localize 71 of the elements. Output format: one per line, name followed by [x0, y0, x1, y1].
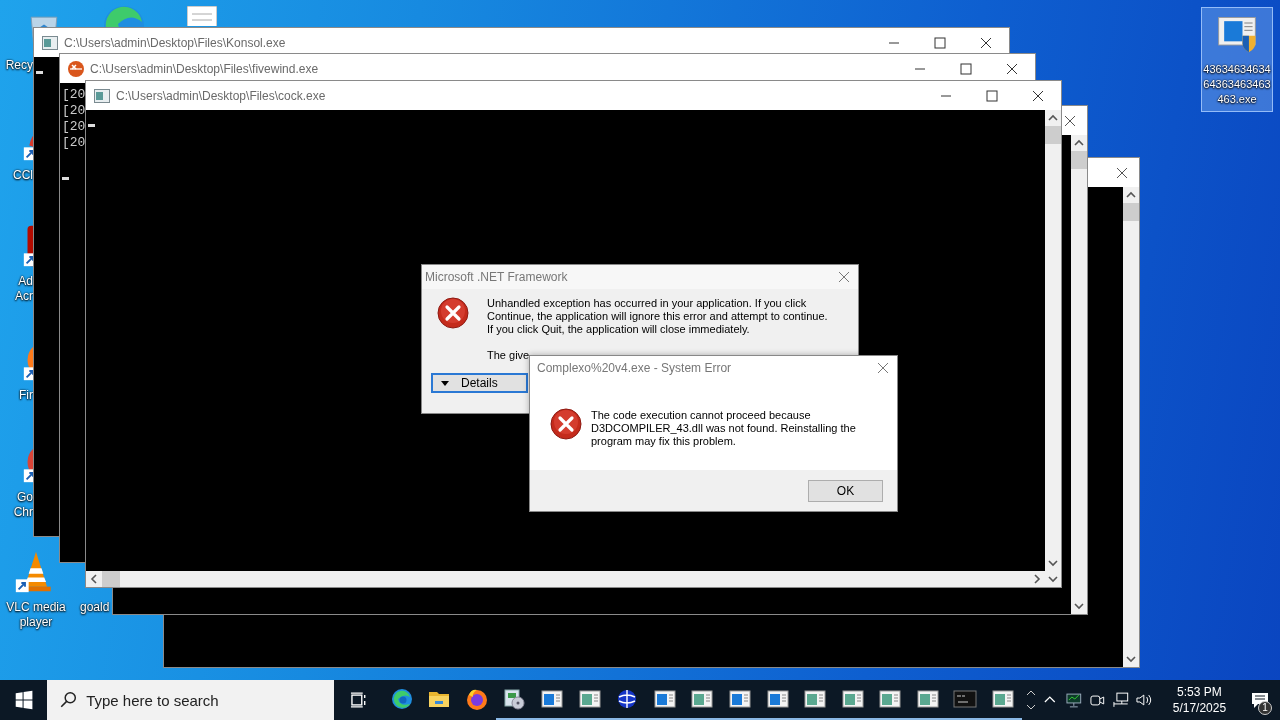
app-window-icon: [840, 687, 865, 711]
app-logo-icon: [68, 60, 84, 77]
desktop-icon-label: 43634634634: [1203, 62, 1271, 77]
desktop-icon-label: Recy: [5, 58, 33, 73]
console-window-icon: [94, 87, 110, 104]
caret-icon: [441, 380, 449, 386]
console-line: [20: [62, 103, 86, 119]
console-icon: [953, 687, 978, 711]
error-icon: [437, 297, 469, 329]
window-title: C:\Users\admin\Desktop\Files\Konsol.exe: [64, 35, 286, 50]
desktop-icon-label: 463.exe: [1217, 92, 1257, 107]
app-window-icon: [878, 687, 903, 711]
edge-icon: [389, 687, 414, 711]
scrollbar-thumb[interactable]: [1123, 203, 1139, 221]
close-button[interactable]: [877, 362, 889, 374]
window-title: C:\Users\admin\Desktop\Files\cock.exe: [116, 88, 326, 103]
desktop-icon-label: goald: [80, 600, 110, 615]
desktop-icon-label: VLC media: [6, 600, 66, 615]
text-cursor: [88, 124, 95, 127]
desktop-icon-label: Fir: [19, 388, 33, 403]
console-line: [20: [62, 119, 86, 135]
installer-icon: [502, 687, 527, 711]
vertical-scrollbar[interactable]: [1045, 110, 1061, 571]
desktop-icon-label: Chr: [13, 505, 33, 520]
console-line: [20: [62, 87, 86, 103]
app-window-icon: [539, 687, 564, 711]
dialog-title: Complexo%20v4.exe - System Error: [537, 361, 732, 375]
details-button[interactable]: Details: [431, 373, 528, 393]
scrollbar-thumb[interactable]: [1071, 151, 1087, 169]
app-window-icon: [690, 687, 715, 711]
console-line: [20: [62, 135, 86, 151]
scrollbar-thumb[interactable]: [1045, 126, 1061, 144]
desktop-icon-label: player: [19, 615, 53, 630]
text-cursor: [62, 177, 69, 180]
desktop-icon-label: 64363463463: [1203, 77, 1271, 92]
error-message: The code execution cannot proceed because D3DCOMPILER_43.dll was not found. Reinstalling the program may fix this problem.: [591, 409, 857, 448]
error-icon: [550, 408, 582, 440]
window-title: C:\Users\admin\Desktop\Files\fivewind.exe: [90, 61, 319, 76]
error-message: Unhandled exception has occurred in your application. If you click Continue, the application will ignore this error and attempt to continue. If you click Quit, the application will close immediately.: [487, 297, 829, 336]
close-button[interactable]: [838, 271, 850, 283]
scrollbar-thumb[interactable]: [102, 571, 120, 587]
app-window-icon: [652, 687, 677, 711]
document-icon: [187, 6, 217, 26]
vertical-scrollbar[interactable]: [1071, 135, 1087, 614]
monitor-icon[interactable]: [1063, 690, 1084, 710]
search-icon: [59, 691, 78, 709]
desktop-icon-label: Acr: [15, 289, 33, 304]
scroll-down-icon[interactable]: [1025, 704, 1036, 710]
horizontal-scrollbar[interactable]: [86, 571, 1061, 587]
desktop-icon-label: CCl: [13, 168, 33, 183]
error-detail: The give: [487, 349, 531, 362]
app-window-icon: [915, 687, 940, 711]
app-window-icon: [991, 687, 1016, 711]
vertical-scrollbar[interactable]: [1123, 187, 1139, 667]
desktop-icon-label: Go: [17, 490, 33, 505]
search-field[interactable]: Type here to search: [47, 680, 335, 720]
text-cursor: [36, 71, 43, 74]
clock[interactable]: 5:53 PM 5/17/2025: [1164, 684, 1235, 716]
console-window-icon: [42, 34, 58, 51]
network-icon[interactable]: [1110, 690, 1131, 710]
ok-button[interactable]: OK: [808, 479, 883, 502]
dialog-title: Microsoft .NET Framework: [425, 270, 568, 284]
scroll-up-icon[interactable]: [1025, 690, 1036, 696]
firefox-icon: [464, 687, 489, 711]
app-window-icon: [727, 687, 752, 711]
app-window-icon: [803, 687, 828, 711]
app-window-icon: [577, 687, 602, 711]
selected-desktop-icon[interactable]: 43634634634 64363463463 463.exe: [1201, 7, 1273, 112]
app-window-icon: [765, 687, 790, 711]
notification-count-badge: 1: [1258, 701, 1272, 715]
desktop-icon-label: Ad: [18, 274, 33, 289]
